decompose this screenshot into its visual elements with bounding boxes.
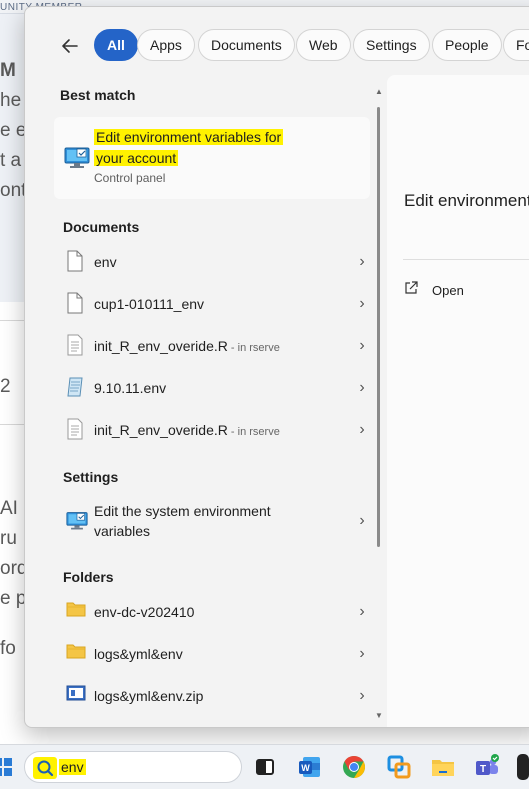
scroll-down-arrow-icon[interactable]: ▼: [375, 711, 383, 721]
filter-chip-apps[interactable]: Apps: [137, 29, 195, 61]
chevron-right-icon[interactable]: ›: [354, 420, 370, 440]
chevron-right-icon[interactable]: ›: [354, 602, 370, 622]
preview-pane: Edit environment variables for your acco…: [387, 75, 529, 727]
list-item-document[interactable]: init_R_env_overide.R - in rserve ›: [54, 326, 370, 366]
background-text: he: [0, 90, 22, 111]
monitor-settings-icon: [66, 511, 88, 533]
filter-chip-people[interactable]: People: [432, 29, 502, 61]
preview-divider: [403, 259, 529, 260]
text-file-icon: [66, 334, 84, 356]
background-text: t a: [0, 150, 22, 171]
results-scrollbar[interactable]: ▲ ▼: [375, 87, 383, 727]
best-match-title-line1: Edit environment variables for: [94, 129, 284, 145]
open-action[interactable]: Open: [404, 281, 464, 298]
section-heading-folders: Folders: [63, 569, 114, 585]
svg-text:W: W: [301, 763, 310, 773]
open-external-icon: [404, 281, 420, 298]
terminal-app-icon[interactable]: [517, 754, 529, 780]
background-text: ont: [0, 180, 27, 201]
chevron-right-icon[interactable]: ›: [354, 336, 370, 356]
list-item-folder[interactable]: env-dc-v202410 ›: [54, 592, 370, 632]
search-input-text[interactable]: env: [59, 759, 86, 775]
document-name: env: [94, 254, 117, 270]
teams-app-icon[interactable]: T: [474, 754, 500, 780]
document-name: init_R_env_overide.R - in rserve: [94, 338, 280, 354]
background-text: ru: [0, 528, 17, 549]
document-location: - in rserve: [227, 342, 280, 354]
windows-start-icon[interactable]: [0, 758, 12, 776]
chevron-right-icon[interactable]: ›: [354, 511, 370, 531]
list-item-folder[interactable]: logs&yml&env.zip ›: [54, 676, 370, 716]
folder-name: logs&yml&env.zip: [94, 688, 204, 704]
document-name: init_R_env_overide.R - in rserve: [94, 422, 280, 438]
text-file-icon: [66, 418, 84, 440]
chrome-app-icon[interactable]: [341, 754, 367, 780]
filter-chip-documents[interactable]: Documents: [198, 29, 295, 61]
search-flyout: All Apps Documents Web Settings People F…: [24, 6, 529, 728]
background-text: 2: [0, 376, 11, 397]
document-name: 9.10.11.env: [94, 380, 167, 396]
scroll-up-arrow-icon[interactable]: ▲: [375, 87, 383, 97]
preview-title: Edit environment variables for your acco…: [404, 191, 529, 210]
list-item-document[interactable]: env ›: [54, 242, 370, 282]
filter-chip-web[interactable]: Web: [296, 29, 351, 61]
document-file-icon: [66, 250, 84, 272]
folder-name: logs&yml&env: [94, 646, 183, 662]
best-match-item[interactable]: Edit environment variables for your acco…: [54, 117, 370, 199]
folder-icon: [66, 642, 86, 664]
chevron-right-icon[interactable]: ›: [354, 378, 370, 398]
best-match-title: Edit environment variables for your acco…: [94, 127, 334, 169]
task-view-icon[interactable]: [252, 754, 278, 780]
background-text: fo: [0, 638, 16, 659]
search-results: Best match Edit environment variables fo…: [51, 77, 373, 727]
background-text: M: [0, 60, 16, 81]
list-item-setting[interactable]: Edit the system environment variables ›: [54, 499, 370, 543]
chevron-right-icon[interactable]: ›: [354, 252, 370, 272]
notepad-file-icon: [66, 376, 84, 398]
best-match-title-line2: your account: [94, 150, 179, 166]
document-location: - in rserve: [227, 426, 280, 438]
taskbar: env W T: [0, 744, 529, 789]
document-name-text: init_R_env_overide.R: [94, 422, 228, 438]
taskbar-search-box[interactable]: env: [24, 751, 242, 783]
open-label: Open: [432, 283, 464, 298]
folder-icon: [66, 600, 86, 622]
filter-chip-folders[interactable]: Fo: [503, 29, 529, 61]
word-app-icon[interactable]: W: [297, 754, 323, 780]
monitor-settings-icon: [64, 147, 90, 169]
background-text: e e: [0, 120, 27, 141]
filter-chip-all[interactable]: All: [94, 29, 138, 61]
filter-chip-settings[interactable]: Settings: [353, 29, 430, 61]
file-explorer-icon[interactable]: [430, 754, 456, 780]
svg-text:T: T: [480, 764, 486, 775]
document-name-text: init_R_env_overide.R: [94, 338, 228, 354]
document-file-icon: [66, 292, 84, 314]
setting-name: Edit the system environment variables: [94, 503, 271, 539]
back-arrow-icon[interactable]: [59, 35, 81, 57]
scrollbar-thumb[interactable]: [377, 107, 380, 547]
section-heading-best-match: Best match: [60, 87, 136, 103]
background-text: e p: [0, 588, 27, 609]
best-match-subtitle: Control panel: [94, 171, 166, 185]
search-icon: [33, 757, 57, 779]
zip-folder-icon: [66, 684, 86, 706]
list-item-folder[interactable]: logs&yml&env ›: [54, 634, 370, 674]
remote-app-icon[interactable]: [386, 754, 412, 780]
section-heading-settings: Settings: [63, 469, 119, 485]
filter-bar: All Apps Documents Web Settings People F…: [25, 25, 529, 65]
document-name: cup1-010111_env: [94, 296, 205, 312]
list-item-document[interactable]: 9.10.11.env ›: [54, 368, 370, 408]
chevron-right-icon[interactable]: ›: [354, 686, 370, 706]
chevron-right-icon[interactable]: ›: [354, 294, 370, 314]
folder-name: env-dc-v202410: [94, 604, 195, 620]
list-item-document[interactable]: init_R_env_overide.R - in rserve ›: [54, 410, 370, 450]
chevron-right-icon[interactable]: ›: [354, 644, 370, 664]
section-heading-documents: Documents: [63, 219, 140, 235]
list-item-document[interactable]: cup1-010111_env ›: [54, 284, 370, 324]
